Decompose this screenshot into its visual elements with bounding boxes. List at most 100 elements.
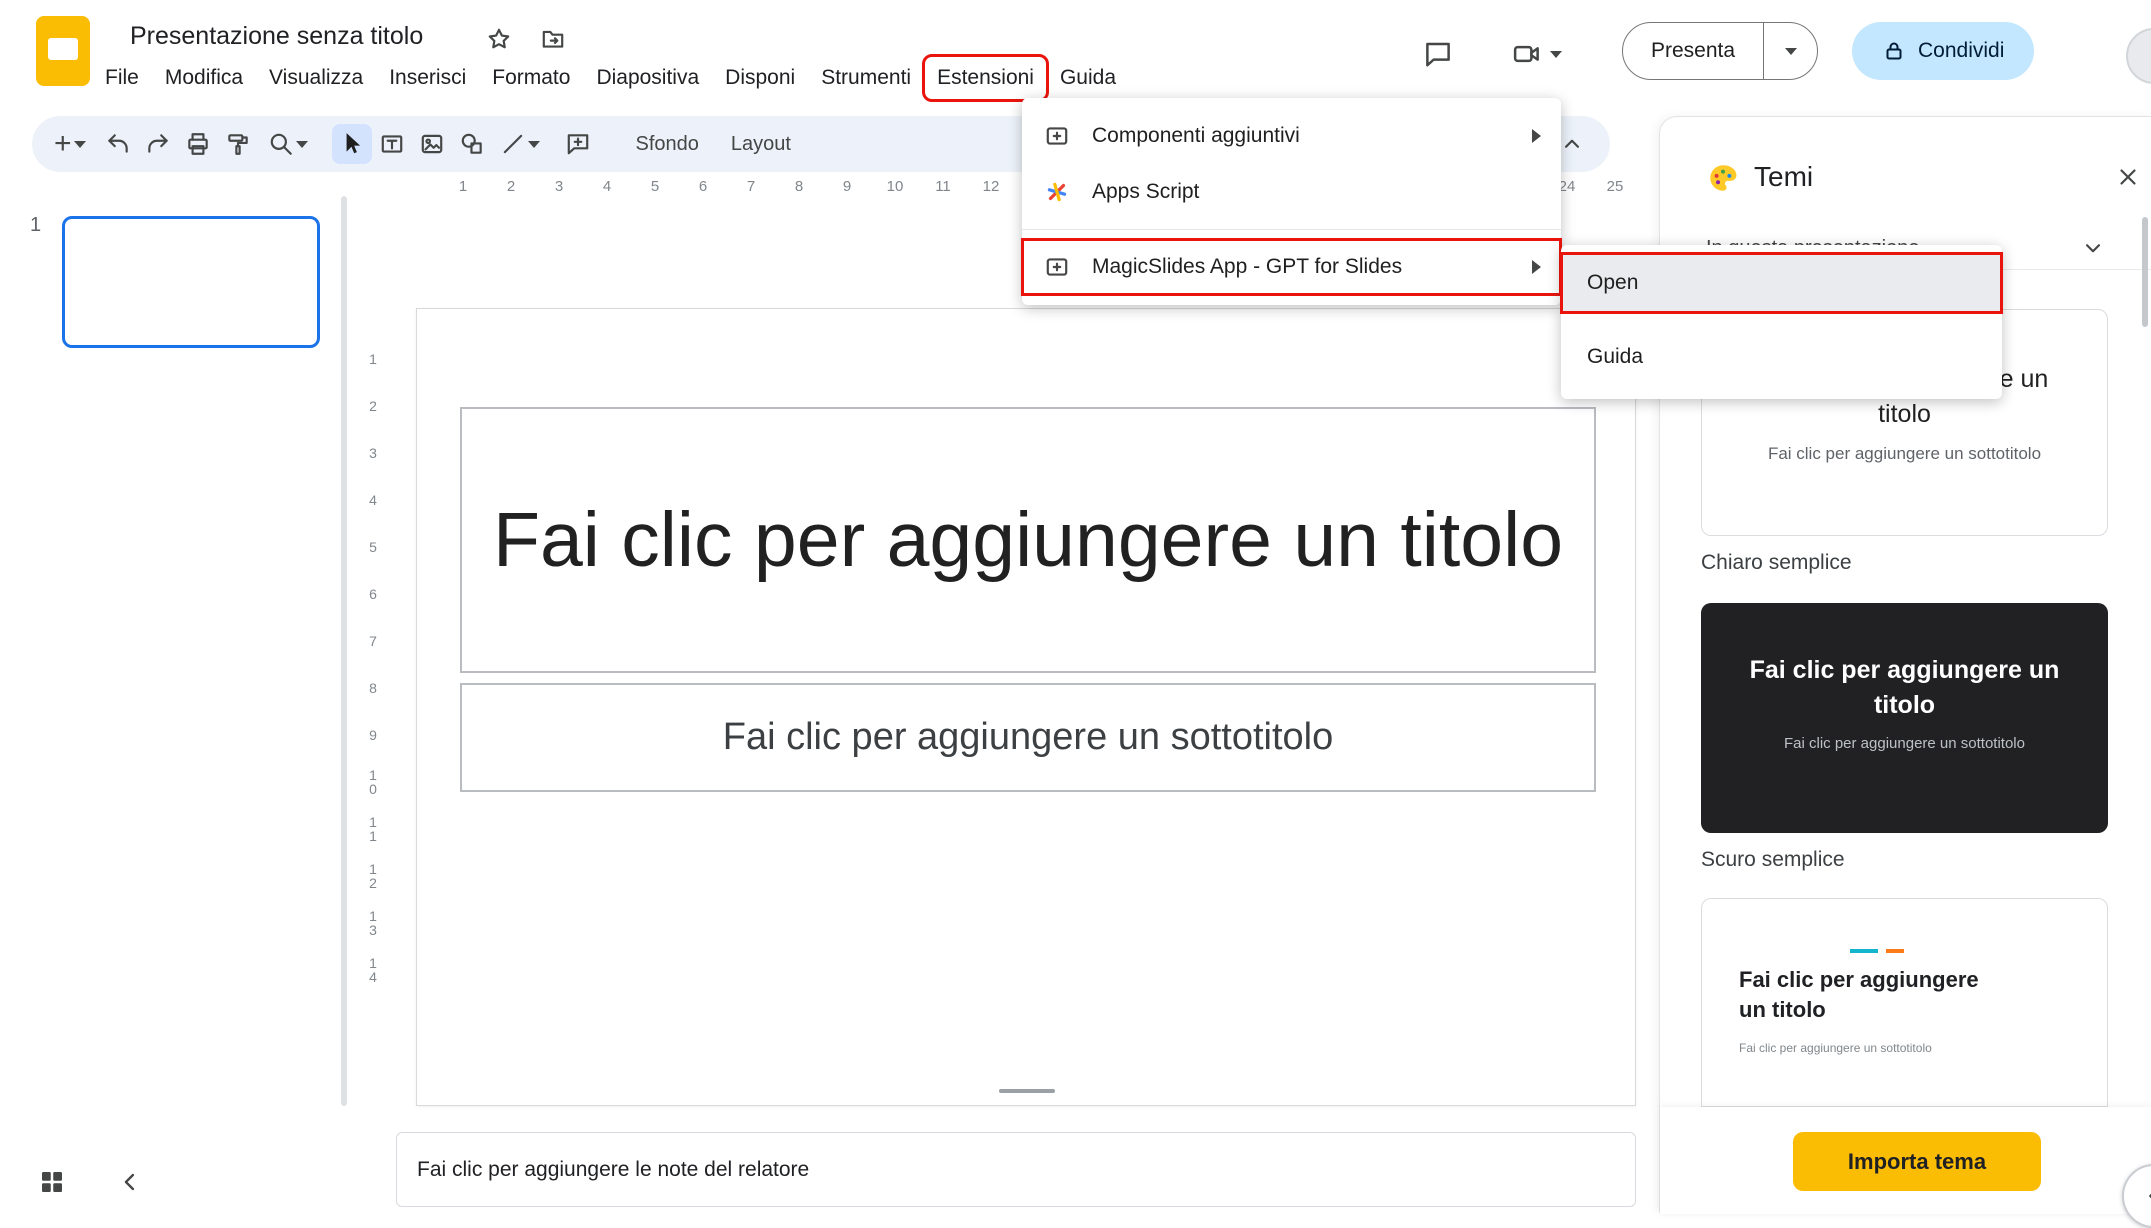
ruler-tick: 7: [360, 616, 386, 663]
theme-card-dark[interactable]: Fai clic per aggiungere un titolo Fai cl…: [1701, 603, 2108, 833]
panel-title: Temi: [1754, 161, 1813, 193]
panel-scrollbar[interactable]: [2142, 217, 2148, 327]
menu-inserisci[interactable]: Inserisci: [376, 56, 479, 100]
new-slide-button[interactable]: +: [54, 129, 86, 159]
slide-title-placeholder[interactable]: Fai clic per aggiungere un titolo: [460, 407, 1596, 673]
share-button-label: Condividi: [1918, 39, 2004, 63]
theme-card-subtitle: Fai clic per aggiungere un sottotitolo: [1702, 444, 2107, 464]
ruler-tick: 2: [487, 178, 535, 204]
ruler-tick: 3: [360, 428, 386, 475]
paint-format-button[interactable]: [218, 124, 258, 164]
menu-diapositiva[interactable]: Diapositiva: [583, 56, 712, 100]
document-title[interactable]: Presentazione senza titolo: [130, 22, 423, 51]
ruler-tick: 11: [360, 804, 386, 851]
ruler-tick: 4: [583, 178, 631, 204]
ruler-tick: 2: [360, 381, 386, 428]
present-button-group: Presenta: [1622, 22, 1818, 80]
notes-resize-handle[interactable]: [999, 1089, 1055, 1093]
slide-thumbnail[interactable]: [62, 216, 320, 348]
layout-button[interactable]: Layout: [715, 124, 807, 164]
vertical-ruler: 1234567891011121314: [360, 334, 386, 992]
chevron-up-icon: [1559, 131, 1585, 157]
present-dropdown-button[interactable]: [1763, 23, 1817, 79]
ruler-tick: 4: [360, 475, 386, 522]
ruler-tick: 6: [679, 178, 727, 204]
theme-card-title: Fai clic per aggiungere un titolo: [1701, 653, 2108, 723]
share-button[interactable]: Condividi: [1852, 22, 2034, 80]
extensions-dropdown-menu: Componenti aggiuntivi Apps Script MagicS…: [1022, 98, 1561, 305]
speaker-notes-input[interactable]: Fai clic per aggiungere le note del rela…: [396, 1132, 1636, 1207]
line-caret-icon: [528, 141, 540, 148]
ruler-tick: 8: [360, 663, 386, 710]
lock-icon: [1882, 39, 1906, 63]
menu-guida[interactable]: Guida: [1047, 56, 1129, 100]
menu-item-apps-script[interactable]: Apps Script: [1022, 164, 1561, 220]
insert-comment-button[interactable]: [558, 124, 598, 164]
redo-button[interactable]: [138, 124, 178, 164]
theme-card-third[interactable]: Fai clic per aggiungere un titolo Fai cl…: [1701, 898, 2108, 1107]
zoom-button[interactable]: [268, 131, 308, 157]
menu-item-componenti-aggiuntivi[interactable]: Componenti aggiuntivi: [1022, 108, 1561, 164]
chevron-left-icon: [2141, 1183, 2151, 1209]
magicslides-submenu: Open Guida: [1561, 245, 2002, 399]
menu-item-label: Apps Script: [1092, 180, 1199, 204]
present-caret-icon: [1785, 48, 1797, 55]
add-box-icon: [1044, 254, 1070, 280]
ruler-tick: 11: [919, 178, 967, 204]
submenu-item-guida[interactable]: Guida: [1561, 327, 2002, 387]
ruler-tick: 14: [360, 945, 386, 992]
zoom-caret-icon: [296, 141, 308, 148]
menu-separator: [1022, 229, 1561, 230]
menu-item-magicslides[interactable]: MagicSlides App - GPT for Slides: [1022, 239, 1561, 295]
slide-subtitle-placeholder[interactable]: Fai clic per aggiungere un sottotitolo: [460, 683, 1596, 792]
star-icon[interactable]: [482, 22, 516, 56]
menu-file[interactable]: File: [92, 56, 152, 100]
accent-dash-orange: [1886, 949, 1904, 953]
ruler-tick: 10: [871, 178, 919, 204]
ruler-tick: 6: [360, 569, 386, 616]
insert-image-button[interactable]: [412, 124, 452, 164]
menu-strumenti[interactable]: Strumenti: [808, 56, 924, 100]
comments-icon[interactable]: [1412, 28, 1464, 80]
cursor-icon: [339, 131, 365, 157]
menu-estensioni[interactable]: Estensioni: [924, 56, 1047, 100]
accent-dash-teal: [1850, 949, 1878, 953]
plus-icon: +: [54, 129, 72, 159]
camera-caret-icon: [1550, 51, 1562, 58]
menu-disponi[interactable]: Disponi: [712, 56, 808, 100]
insert-shape-button[interactable]: [452, 124, 492, 164]
print-button[interactable]: [178, 124, 218, 164]
ruler-tick: 12: [967, 178, 1015, 204]
avatar[interactable]: [2126, 28, 2151, 84]
submenu-arrow-icon: [1532, 129, 1541, 143]
select-tool-button[interactable]: [332, 124, 372, 164]
grid-view-icon[interactable]: [28, 1158, 76, 1206]
add-box-icon: [1044, 123, 1070, 149]
insert-line-button[interactable]: [500, 131, 540, 157]
collapse-filmstrip-icon[interactable]: [106, 1158, 154, 1206]
background-button[interactable]: Sfondo: [620, 124, 715, 164]
ruler-tick: 8: [775, 178, 823, 204]
move-folder-icon[interactable]: [536, 22, 570, 56]
theme-card-title: Fai clic per aggiungere un titolo: [1739, 965, 1989, 1025]
present-button[interactable]: Presenta: [1623, 23, 1763, 79]
filmstrip-scrollbar[interactable]: [341, 196, 347, 1106]
ruler-tick: 9: [823, 178, 871, 204]
close-panel-button[interactable]: [2108, 157, 2148, 197]
text-box-button[interactable]: [372, 124, 412, 164]
ruler-tick: 1: [439, 178, 487, 204]
menu-formato[interactable]: Formato: [479, 56, 583, 100]
slide-canvas[interactable]: Fai clic per aggiungere un titolo Fai cl…: [416, 308, 1636, 1106]
palette-icon: [1706, 161, 1740, 195]
import-theme-button[interactable]: Importa tema: [1793, 1132, 2041, 1191]
menu-visualizza[interactable]: Visualizza: [256, 56, 376, 100]
menu-modifica[interactable]: Modifica: [152, 56, 256, 100]
ruler-tick: 1: [360, 334, 386, 381]
line-icon: [500, 131, 526, 157]
slides-logo[interactable]: [36, 16, 90, 86]
undo-button[interactable]: [98, 124, 138, 164]
theme-name-dark: Scuro semplice: [1701, 848, 1845, 872]
meet-camera-icon[interactable]: [1494, 28, 1580, 80]
submenu-item-open[interactable]: Open: [1561, 253, 2002, 313]
ruler-tick: 5: [631, 178, 679, 204]
